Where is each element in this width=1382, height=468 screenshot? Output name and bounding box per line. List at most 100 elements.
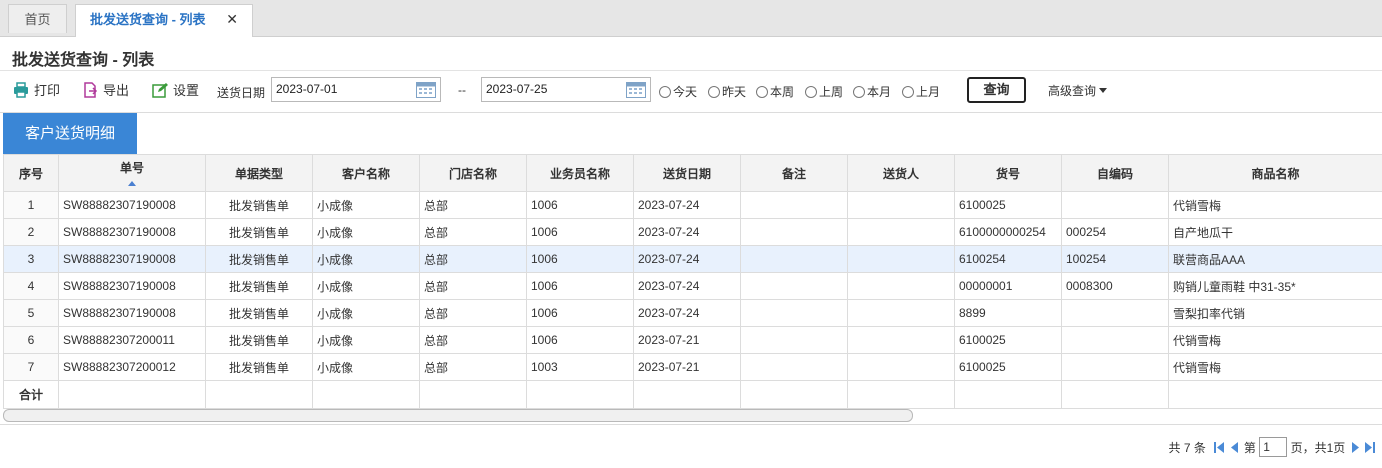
- table-cell: 总部: [419, 218, 527, 246]
- table-cell: 批发销售单: [205, 218, 313, 246]
- column-header[interactable]: 单据类型: [205, 154, 313, 192]
- table-cell: 2023-07-24: [633, 299, 741, 327]
- data-grid: 序号 单号 单据类型 客户名称 门店名称 业务员名称 送货日期 备注 送货人 货…: [3, 154, 1382, 409]
- tab-customer-delivery-detail[interactable]: 客户送货明细: [3, 113, 137, 154]
- total-cell: [526, 380, 634, 409]
- table-cell: 批发销售单: [205, 353, 313, 381]
- tab-label: 批发送货查询 - 列表: [90, 12, 206, 27]
- table-row[interactable]: 5 SW88882307190008 批发销售单 小成像 总部 1006 2023-07-2…: [3, 299, 1382, 327]
- export-icon: [84, 82, 98, 98]
- settings-button[interactable]: 设置: [152, 81, 199, 101]
- table-cell: 6: [3, 326, 59, 354]
- printer-icon: [14, 82, 28, 98]
- radio-yesterday[interactable]: 昨天: [708, 83, 746, 100]
- last-page-icon[interactable]: [1365, 441, 1375, 453]
- table-cell: 1006: [526, 326, 634, 354]
- previous-page-icon[interactable]: [1230, 441, 1240, 453]
- first-page-icon[interactable]: [1214, 441, 1225, 453]
- close-icon[interactable]: ✕: [226, 5, 238, 34]
- edit-settings-icon: [152, 83, 168, 98]
- table-cell: 批发销售单: [205, 272, 313, 300]
- export-button[interactable]: 导出: [82, 81, 129, 101]
- total-cell: [58, 380, 206, 409]
- total-cell: [954, 380, 1062, 409]
- table-cell: [1061, 353, 1169, 381]
- column-header[interactable]: 自编码: [1061, 154, 1169, 192]
- calendar-icon[interactable]: [626, 81, 646, 98]
- next-page-icon[interactable]: [1350, 441, 1360, 453]
- radio-last-month[interactable]: 上月: [902, 83, 940, 100]
- total-cell: [1168, 380, 1382, 409]
- table-cell: 代销雪梅: [1168, 326, 1382, 354]
- date-from-value: 2023-07-01: [276, 82, 338, 96]
- page-number-input[interactable]: 1: [1259, 437, 1288, 457]
- radio-this-month[interactable]: 本月: [853, 83, 891, 100]
- table-cell: [1061, 191, 1169, 219]
- table-cell: 代销雪梅: [1168, 353, 1382, 381]
- column-header[interactable]: 序号: [3, 154, 59, 192]
- date-from-input[interactable]: 2023-07-01: [271, 77, 441, 102]
- tab-wholesale-delivery-list[interactable]: 批发送货查询 - 列表 ✕: [75, 4, 253, 37]
- table-cell: 2023-07-21: [633, 326, 741, 354]
- advanced-query-dropdown[interactable]: 高级查询: [1048, 82, 1108, 99]
- table-cell: 3: [3, 245, 59, 273]
- table-cell: 1003: [526, 353, 634, 381]
- table-row[interactable]: 7 SW88882307200012 批发销售单 小成像 总部 1003 2023-07-2…: [3, 353, 1382, 381]
- query-button[interactable]: 查询: [967, 77, 1026, 103]
- divider: [0, 112, 1382, 113]
- table-cell: 6100025: [954, 326, 1062, 354]
- table-row[interactable]: 6 SW88882307200011 批发销售单 小成像 总部 1006 2023-07-2…: [3, 326, 1382, 354]
- table-cell: 2023-07-24: [633, 272, 741, 300]
- column-header[interactable]: 货号: [954, 154, 1062, 192]
- total-cell: [419, 380, 527, 409]
- horizontal-scrollbar[interactable]: [3, 409, 913, 422]
- grid-total-row: 合计: [3, 380, 1382, 409]
- tab-home[interactable]: 首页: [8, 4, 67, 33]
- radio-this-week[interactable]: 本周: [756, 83, 794, 100]
- table-cell: 6100254: [954, 245, 1062, 273]
- table-cell: SW88882307190008: [58, 299, 206, 327]
- column-header[interactable]: 客户名称: [312, 154, 420, 192]
- column-header-sorted[interactable]: 单号: [58, 154, 206, 192]
- total-cell: [633, 380, 741, 409]
- table-cell: 0008300: [1061, 272, 1169, 300]
- column-header[interactable]: 商品名称: [1168, 154, 1382, 192]
- table-cell: 小成像: [312, 326, 420, 354]
- table-cell: 1006: [526, 245, 634, 273]
- table-row[interactable]: 2 SW88882307190008 批发销售单 小成像 总部 1006 2023-07-2…: [3, 218, 1382, 246]
- total-cell: [312, 380, 420, 409]
- page-suffix: 页，共1页: [1290, 440, 1346, 455]
- table-cell: 小成像: [312, 299, 420, 327]
- advanced-query-label: 高级查询: [1048, 84, 1097, 98]
- table-cell: 000254: [1061, 218, 1169, 246]
- table-row[interactable]: 4 SW88882307190008 批发销售单 小成像 总部 1006 2023-07-2…: [3, 272, 1382, 300]
- table-cell: [740, 326, 848, 354]
- radio-circle-icon: [659, 86, 671, 98]
- table-cell: [1061, 299, 1169, 327]
- table-row[interactable]: 3 SW88882307190008 批发销售单 小成像 总部 1006 2023-07-2…: [3, 245, 1382, 273]
- date-to-input[interactable]: 2023-07-25: [481, 77, 651, 102]
- column-header[interactable]: 送货日期: [633, 154, 741, 192]
- radio-today[interactable]: 今天: [659, 83, 697, 100]
- table-cell: 小成像: [312, 191, 420, 219]
- table-cell: 雪梨扣率代销: [1168, 299, 1382, 327]
- table-cell: 批发销售单: [205, 245, 313, 273]
- table-cell: 1006: [526, 218, 634, 246]
- column-header[interactable]: 备注: [740, 154, 848, 192]
- table-row[interactable]: 1 SW88882307190008 批发销售单 小成像 总部 1006 2023-07-2…: [3, 191, 1382, 219]
- radio-label: 本周: [770, 85, 795, 99]
- radio-last-week[interactable]: 上周: [805, 83, 843, 100]
- table-cell: 00000001: [954, 272, 1062, 300]
- table-cell: 5: [3, 299, 59, 327]
- table-cell: 自产地瓜干: [1168, 218, 1382, 246]
- column-header[interactable]: 送货人: [847, 154, 955, 192]
- calendar-icon[interactable]: [416, 81, 436, 98]
- print-button[interactable]: 打印: [13, 81, 60, 101]
- table-cell: 小成像: [312, 272, 420, 300]
- column-header[interactable]: 业务员名称: [526, 154, 634, 192]
- table-cell: 1006: [526, 191, 634, 219]
- table-cell: [847, 245, 955, 273]
- page-title: 批发送货查询 - 列表: [12, 52, 155, 69]
- column-header[interactable]: 门店名称: [419, 154, 527, 192]
- table-cell: 总部: [419, 272, 527, 300]
